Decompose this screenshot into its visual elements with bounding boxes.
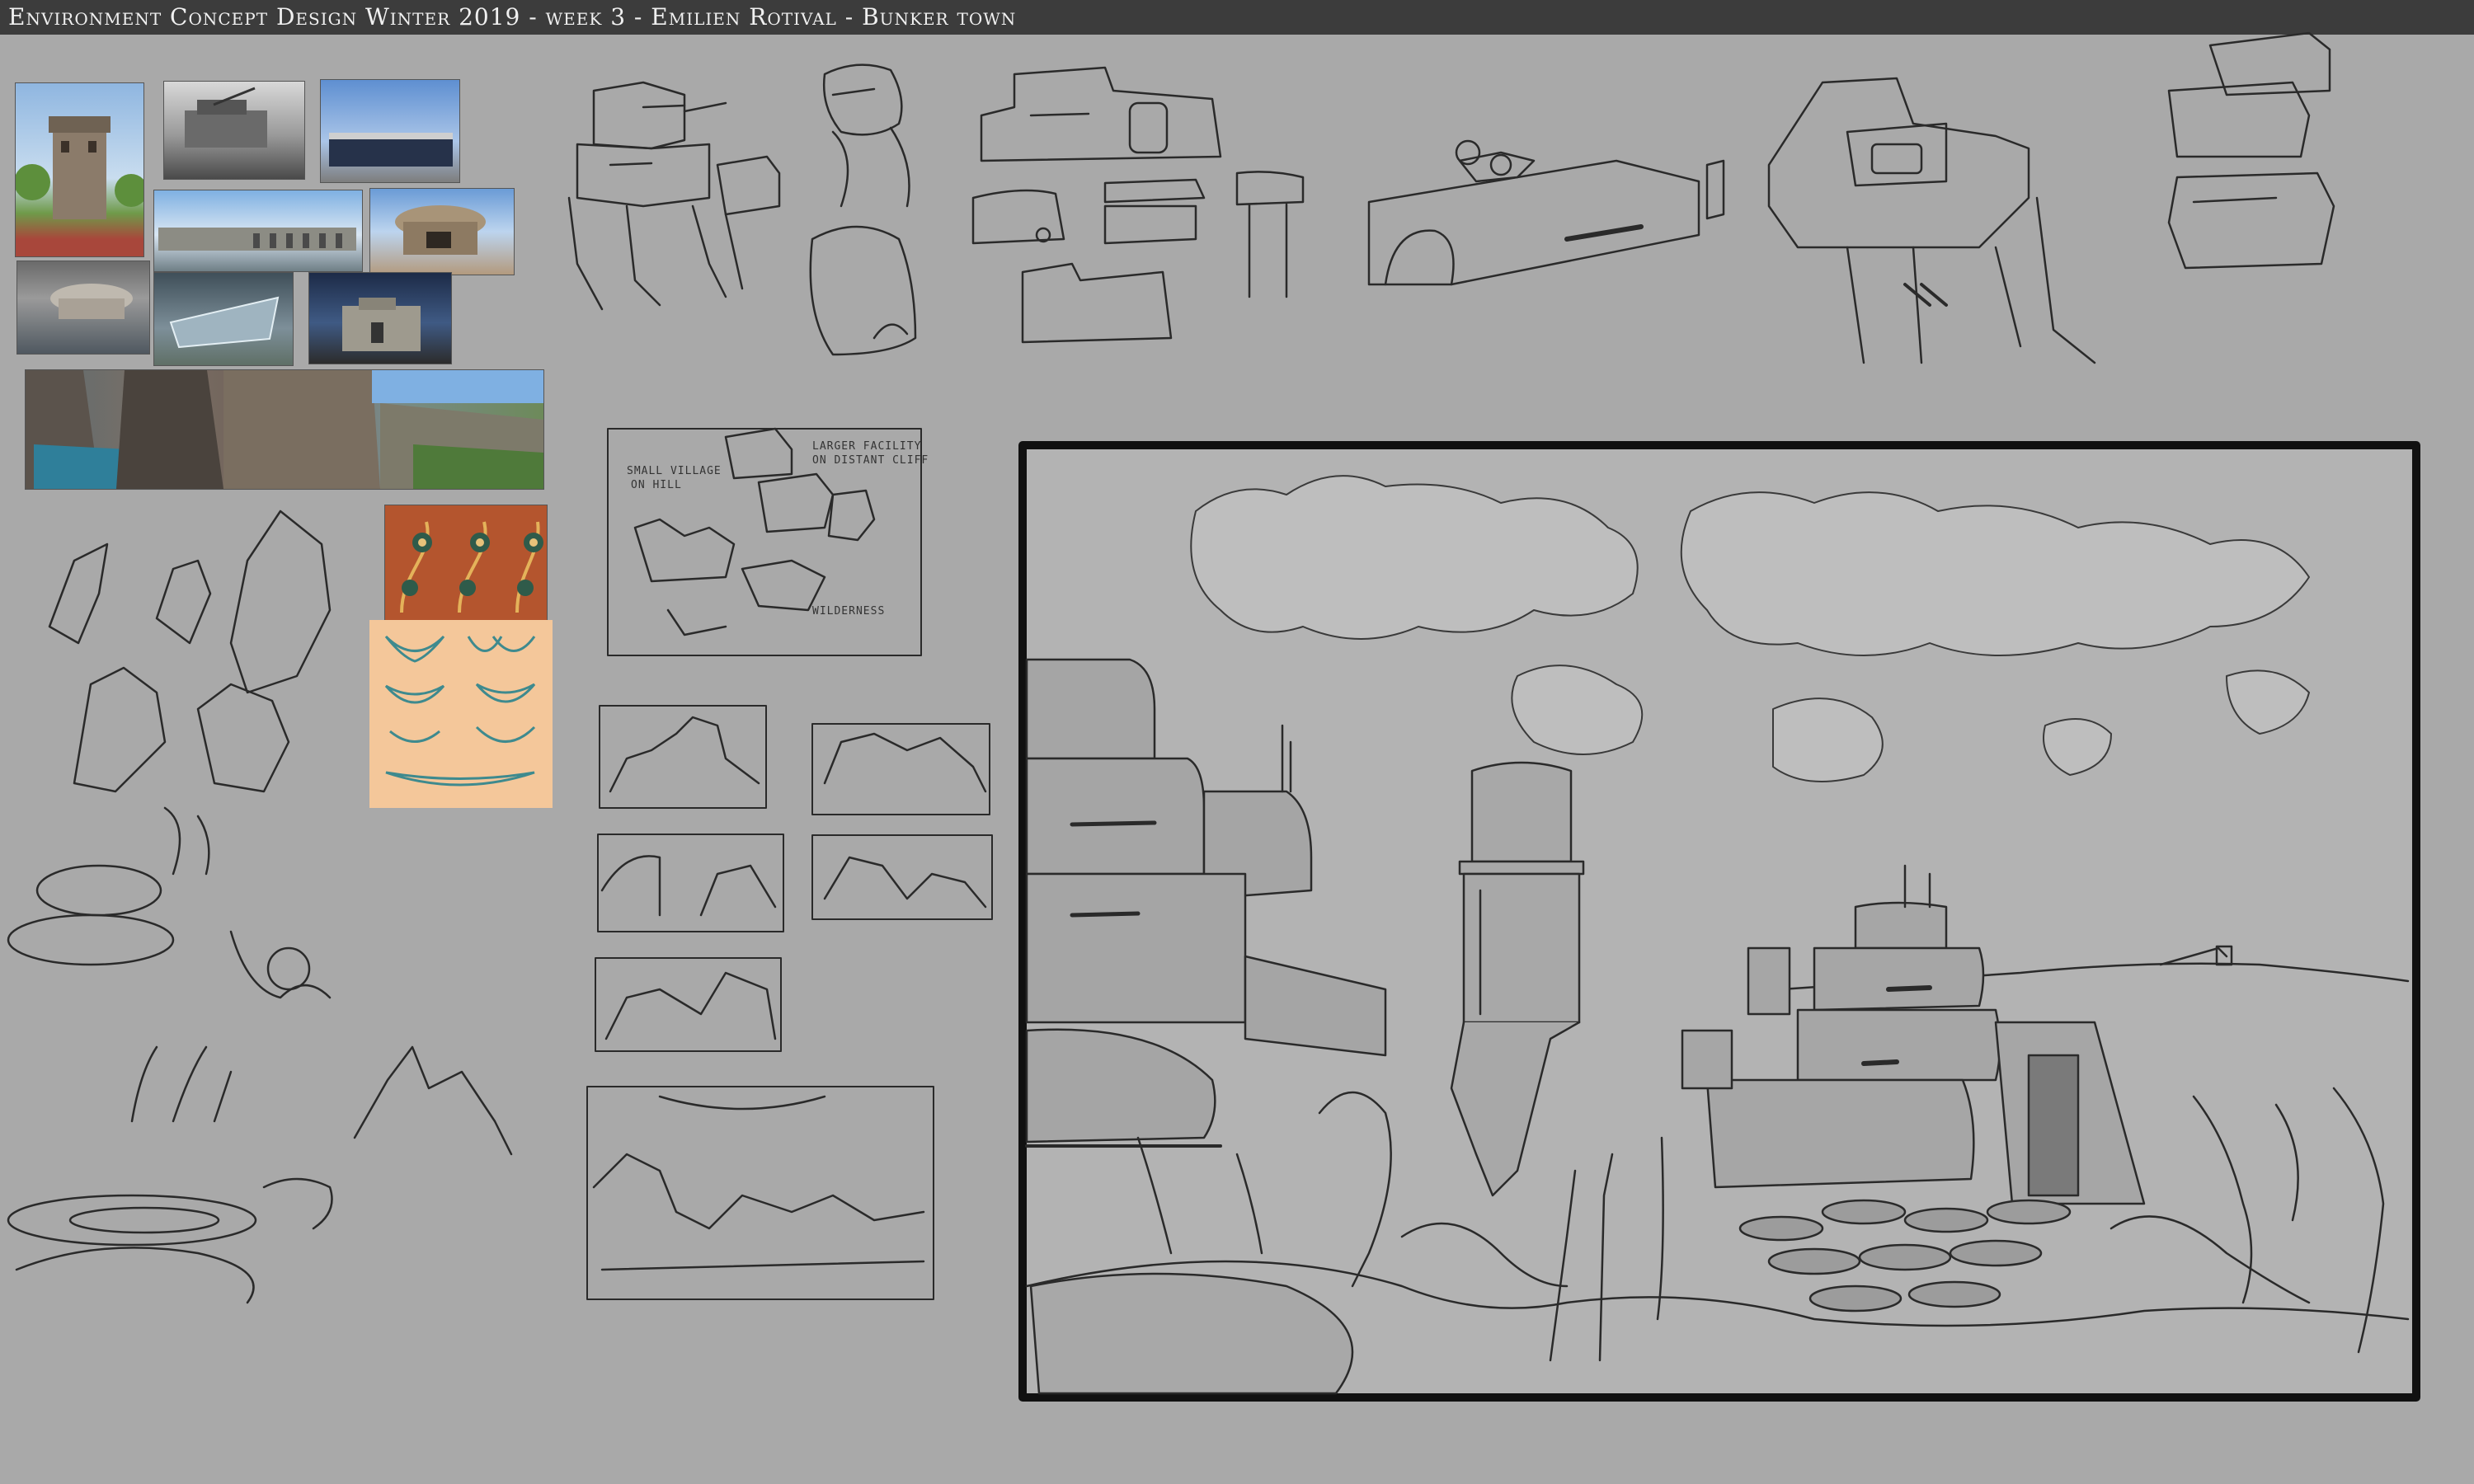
note-village-sub: ON HILL	[631, 479, 682, 491]
note-wilderness: WILDERNESS	[812, 605, 885, 618]
note-facility: LARGER FACILITY	[812, 440, 921, 453]
note-village: SMALL VILLAGE	[627, 465, 722, 477]
bunker-study-3	[971, 66, 1305, 344]
sketch-canvas: LARGER FACILITY ON DISTANT CLIFF SMALL V…	[7, 31, 2420, 1402]
bunker-study-1	[567, 81, 781, 311]
bunker-study-2	[809, 63, 917, 356]
note-facility-sub: ON DISTANT CLIFF	[812, 454, 929, 467]
plan-thumbnail: LARGER FACILITY ON DISTANT CLIFF SMALL V…	[607, 427, 929, 656]
bunker-study-4	[1367, 139, 1725, 286]
thumbnail-sketches	[586, 705, 993, 1300]
bunker-study-6	[2167, 31, 2335, 270]
rock-plant-studies	[7, 510, 513, 1304]
bunker-study-5	[1767, 77, 2096, 364]
